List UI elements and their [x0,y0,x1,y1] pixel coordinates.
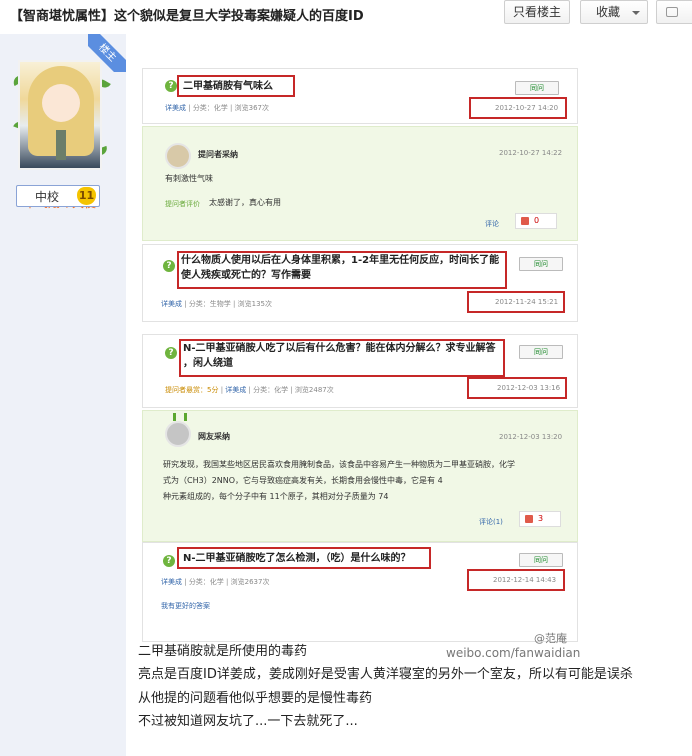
post-content: ? 二甲基硝胺有气味么 详美成 | 分类：化学 | 浏览367次 同问 2012… [126,34,692,756]
same-question-button[interactable]: 同问 [519,553,563,567]
same-question-button[interactable]: 同问 [515,81,559,95]
question-title: 什么物质人使用以后在人身体里积累，1-2年里无任何反应，时间长了能 使人残疾或死… [181,255,500,281]
like-button[interactable]: 0 [515,213,557,229]
watermark-url: weibo.com/fanwaidian [446,646,581,660]
avatar[interactable] [18,60,102,170]
reply-button[interactable] [656,0,692,24]
question-date: 2012-10-27 14:20 [495,104,559,112]
question-meta: 详美成 | 分类：化学 | 浏览2637次 [161,578,270,586]
chat-icon [666,7,678,17]
question-icon: ? [165,80,177,92]
ribbon-icon [173,413,187,421]
favorite-button[interactable]: 收藏 [580,0,648,24]
medal-icon [165,421,191,447]
thread-title: 【智商堪忧属性】这个貌似是复旦大学投毒案嫌疑人的百度ID [10,9,364,24]
question-icon: ? [163,260,175,272]
medal-icon [165,143,191,169]
question-card: ? N-二甲基亚硝胺人吃了以后有什么危害？能在体内分解么？求专业解答 ，闲人绕道… [142,334,578,408]
question-card: ? 二甲基硝胺有气味么 详美成 | 分类：化学 | 浏览367次 同问 2012… [142,68,578,124]
answer-text: 有刺激性气味 [165,174,213,183]
answer-text: 研究发现，我国某些地区居民喜欢食用腌制食品，该食品中容易产生一种物质为二甲基亚硝… [163,460,515,501]
answer-date: 2012-10-27 14:22 [499,149,563,157]
watermark-name: @范庵 [534,632,567,645]
comment-link[interactable]: 评论(1) [479,517,503,527]
like-count: 3 [538,514,544,523]
embedded-screenshot: ? 二甲基硝胺有气味么 详美成 | 分类：化学 | 浏览367次 同问 2012… [142,68,581,664]
post-line: 亮点是百度ID详姜成，姜成刚好是受害人黄洋寝室的另外一个室友，所以有可能是误杀 [138,667,633,682]
only-poster-button[interactable]: 只看楼主 [504,0,570,24]
answer-card: 网友采纳 2012-12-03 13:20 研究发现，我国某些地区居民喜欢食用腌… [142,410,578,542]
level-name: 中校 [34,190,59,204]
author-sidebar: 楼主 不飞翔の天使 中校 11 [0,34,126,756]
answer-card: 提问者采纳 2012-10-27 14:22 有刺激性气味 提问者评价 太感谢了… [142,126,578,241]
thumbs-up-icon [521,217,529,225]
question-icon: ? [165,347,177,359]
question-card: ? N-二甲基亚硝胺吃了怎么检测，（吃）是什么味的？ 同问 详美成 | 分类：化… [142,542,578,642]
question-icon: ? [163,555,175,567]
answer-badge: 提问者采纳 [198,150,238,159]
question-meta: 详美成 | 分类：生物学 | 浏览135次 [161,300,272,308]
post-line: 不过被知道网友坑了...一下去就死了... [138,714,358,729]
answer-badge: 网友采纳 [198,432,230,441]
level-badge[interactable]: 中校 11 [16,185,100,207]
question-meta: 提问者悬赏：5分 | 详美成 | 分类：化学 | 浏览2487次 [165,386,334,394]
question-title: 二甲基硝胺有气味么 [183,81,273,92]
post-line: 二甲基硝胺就是所使用的毒药 [138,644,308,659]
answer-date: 2012-12-03 13:20 [499,433,563,441]
question-date: 2012-12-14 14:43 [493,576,557,584]
comment-link[interactable]: 评论 [485,219,499,229]
thumbs-up-icon [525,515,533,523]
level-number: 11 [77,187,96,205]
poster-badge: 楼主 [88,34,126,72]
thread-header: 【智商堪忧属性】这个貌似是复旦大学投毒案嫌疑人的百度ID 只看楼主 收藏 [0,0,692,28]
like-count: 0 [534,216,540,225]
same-question-button[interactable]: 同问 [519,257,563,271]
post-line: 从他提的问题看他似乎想要的是慢性毒药 [138,691,373,706]
better-answer-link[interactable]: 我有更好的答案 [161,601,210,611]
same-question-button[interactable]: 同问 [519,345,563,359]
chevron-down-icon [632,11,640,15]
question-card: ? 什么物质人使用以后在人身体里积累，1-2年里无任何反应，时间长了能 使人残疾… [142,244,578,322]
favorite-label: 收藏 [596,5,621,19]
evaluation-label: 提问者评价 [165,200,200,208]
question-meta: 详美成 | 分类：化学 | 浏览367次 [165,104,269,112]
question-title: N-二甲基亚硝胺吃了怎么检测，（吃）是什么味的？ [183,553,411,564]
evaluation-text: 太感谢了，真心有用 [209,198,281,207]
like-button[interactable]: 3 [519,511,561,527]
question-date: 2012-12-03 13:16 [497,384,561,392]
question-title: N-二甲基亚硝胺人吃了以后有什么危害？能在体内分解么？求专业解答 ，闲人绕道 [183,343,496,369]
question-date: 2012-11-24 15:21 [495,298,559,306]
